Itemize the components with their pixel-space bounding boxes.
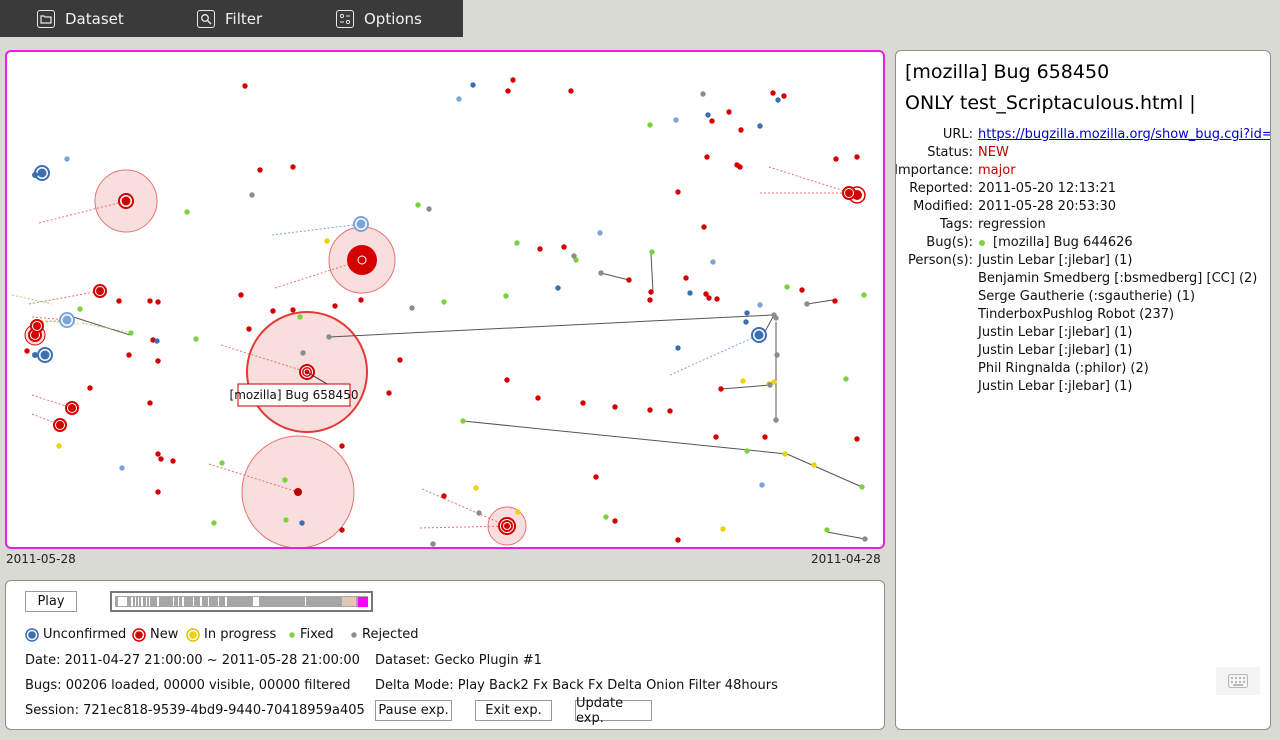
status-value: NEW bbox=[978, 145, 1009, 160]
delta-mode-text: Delta Mode: Play Back2 Fx Back Fx Delta … bbox=[375, 678, 778, 693]
legend-rejected: Rejected bbox=[350, 627, 419, 642]
fixed-status-dot-icon bbox=[979, 239, 985, 246]
bug-title: [mozilla] Bug 658450 bbox=[905, 61, 1110, 83]
axis-start-date: 2011-05-28 bbox=[6, 552, 76, 566]
folder-icon bbox=[37, 9, 55, 28]
person-item: Justin Lebar [:jlebar] (1) bbox=[978, 325, 1133, 340]
person-item: Justin Lebar [:jlebar] (1) bbox=[978, 343, 1133, 358]
tags-value: regression bbox=[978, 217, 1046, 232]
importance-label: Importance: bbox=[895, 163, 973, 178]
axis-end-date: 2011-04-28 bbox=[811, 552, 881, 566]
date-range-text: Date: 2011-04-27 21:00:00 ~ 2011-05-28 2… bbox=[25, 653, 360, 668]
legend-label: Fixed bbox=[300, 627, 334, 642]
bugs-label: Bug(s): bbox=[926, 235, 973, 250]
exit-experiment-button[interactable]: Exit exp. bbox=[475, 700, 552, 721]
bug-points-unconfirmed-old bbox=[64, 96, 765, 488]
person-item: Serge Gautherie (:sgautherie) (1) bbox=[978, 289, 1196, 304]
modified-value: 2011-05-28 20:53:30 bbox=[978, 199, 1117, 214]
tooltip-label: [mozilla] Bug 658450 bbox=[230, 388, 359, 402]
person-item: Phil Ringnalda (:philor) (2) bbox=[978, 361, 1149, 376]
status-label: Status: bbox=[927, 145, 973, 160]
menu-dataset[interactable]: Dataset bbox=[37, 0, 124, 37]
menu-options[interactable]: Options bbox=[336, 0, 422, 37]
legend-label: Unconfirmed bbox=[43, 627, 127, 642]
legend-new: New bbox=[132, 627, 178, 642]
person-item: Justin Lebar [:jlebar] (1) bbox=[978, 253, 1133, 268]
session-text: Session: 721ec818-9539-4bd9-9440-7041895… bbox=[25, 703, 365, 718]
bug-markers-ringed bbox=[24, 165, 866, 535]
legend-label: In progress bbox=[204, 627, 277, 642]
reported-value: 2011-05-20 12:13:21 bbox=[978, 181, 1117, 196]
legend-label: Rejected bbox=[362, 627, 419, 642]
timeline-track bbox=[115, 596, 368, 607]
timeline-slider[interactable] bbox=[110, 591, 373, 612]
timeline-current-marker bbox=[358, 597, 368, 607]
legend-fixed: Fixed bbox=[288, 627, 334, 642]
reported-label: Reported: bbox=[909, 181, 973, 196]
menu-bar: Dataset Filter Options bbox=[0, 0, 463, 37]
bug-summary: ONLY test_Scriptaculous.html | bbox=[905, 92, 1196, 114]
bug-links bbox=[66, 253, 866, 540]
bug-points-new bbox=[24, 77, 860, 543]
related-bug-label: [mozilla] Bug 644626 bbox=[993, 235, 1133, 250]
update-experiment-button[interactable]: Update exp. bbox=[575, 696, 652, 726]
person-item: Benjamin Smedberg [:bsmedberg] [CC] (2) bbox=[978, 271, 1258, 286]
in-progress-marker-icon bbox=[186, 627, 200, 642]
dataset-text: Dataset: Gecko Plugin #1 bbox=[375, 653, 542, 668]
pause-experiment-button[interactable]: Pause exp. bbox=[375, 700, 452, 721]
person-item: TinderboxPushlog Robot (237) bbox=[978, 307, 1175, 322]
importance-value: major bbox=[978, 163, 1016, 178]
new-marker-icon bbox=[132, 627, 146, 642]
modified-label: Modified: bbox=[913, 199, 973, 214]
bug-visualization-canvas[interactable]: [mozilla] Bug 658450 bbox=[5, 50, 885, 549]
legend-in-progress: In progress bbox=[186, 627, 276, 642]
related-bug[interactable]: [mozilla] Bug 644626 bbox=[978, 235, 1133, 250]
unconfirmed-marker-icon bbox=[25, 627, 39, 642]
play-button[interactable]: Play bbox=[25, 591, 77, 612]
persons-label: Person(s): bbox=[908, 253, 973, 268]
timeline-ticks bbox=[118, 597, 368, 607]
bug-points-fixed bbox=[77, 122, 867, 533]
bug-scatter-plot[interactable]: [mozilla] Bug 658450 bbox=[7, 52, 883, 547]
url-label: URL: bbox=[942, 127, 973, 142]
bug-points-in-progress bbox=[56, 238, 817, 532]
bugs-count-text: Bugs: 00206 loaded, 00000 visible, 00000… bbox=[25, 678, 351, 693]
bug-url-link[interactable]: https://bugzilla.mozilla.org/show_bug.cg… bbox=[978, 127, 1270, 142]
legend-label: New bbox=[150, 627, 179, 642]
bug-detail-panel: [mozilla] Bug 658450 ONLY test_Scriptacu… bbox=[895, 50, 1271, 730]
search-icon bbox=[197, 9, 215, 28]
menu-options-label: Options bbox=[364, 9, 422, 28]
keyboard-icon[interactable] bbox=[1216, 667, 1260, 695]
menu-dataset-label: Dataset bbox=[65, 9, 124, 28]
legend-unconfirmed: Unconfirmed bbox=[25, 627, 126, 642]
control-panel: Play Unconfirmed New In progress Fixed R… bbox=[5, 580, 885, 730]
fixed-marker-icon bbox=[289, 631, 295, 638]
options-icon bbox=[336, 9, 354, 28]
menu-filter-label: Filter bbox=[225, 9, 263, 28]
bug-points-unconfirmed bbox=[154, 82, 781, 526]
person-item: Justin Lebar [:jlebar] (1) bbox=[978, 379, 1133, 394]
menu-filter[interactable]: Filter bbox=[197, 0, 262, 37]
rejected-marker-icon bbox=[351, 631, 357, 638]
tags-label: Tags: bbox=[939, 217, 973, 232]
